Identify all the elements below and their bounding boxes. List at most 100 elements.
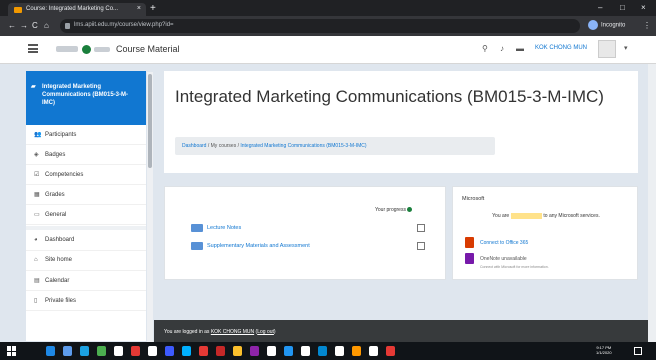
address-input[interactable]: lms.apiit.edu.my/course/view.php?id= <box>60 19 580 33</box>
drawer-item-course[interactable]: ▰ Integrated Marketing Communications (B… <box>26 71 146 125</box>
taskbar-clock[interactable]: 9:17 PM 1/1/2020 <box>596 345 612 355</box>
drawer-item-label: General <box>45 212 67 218</box>
site-logo[interactable] <box>56 45 112 55</box>
taskbar-app-icon[interactable] <box>114 346 123 356</box>
taskbar-app-icon[interactable] <box>97 346 106 356</box>
taskbar-app-icon[interactable] <box>216 346 225 356</box>
users-icon: 👥 <box>34 132 42 138</box>
breadcrumb-dashboard[interactable]: Dashboard <box>182 143 206 149</box>
minimize-icon[interactable]: – <box>598 3 602 12</box>
breadcrumb-my-courses[interactable]: My courses <box>211 143 237 149</box>
drawer-item-label: Dashboard <box>45 237 75 243</box>
connect-office-link[interactable]: Connect to Office 365 <box>462 237 632 249</box>
taskbar-app-icon[interactable] <box>267 346 276 356</box>
taskbar-app-icon[interactable] <box>182 346 191 356</box>
help-icon[interactable] <box>406 207 412 213</box>
favicon-icon <box>14 7 22 13</box>
site-navbar: Course Material ⚲ ♪ ▬ KOK CHONG MUN ▾ <box>0 36 656 64</box>
drawer-item-participants[interactable]: 👥 Participants <box>26 125 146 145</box>
microsoft-block: Microsoft You are not connected to any M… <box>452 186 638 280</box>
nav-drawer: ▰ Integrated Marketing Communications (B… <box>26 71 146 341</box>
office-icon <box>465 237 474 248</box>
profile-button[interactable]: Incognito <box>588 20 640 32</box>
taskbar-app-icon[interactable] <box>335 346 344 356</box>
taskbar-app-icon[interactable] <box>233 346 242 356</box>
taskbar-app-icon[interactable] <box>369 346 378 356</box>
drawer-item-label: Grades <box>45 192 65 198</box>
drawer-item-dashboard[interactable]: ◕ Dashboard <box>26 231 146 251</box>
taskbar-app-icon[interactable] <box>250 346 259 356</box>
site-name[interactable]: Course Material <box>116 44 180 54</box>
url-text: lms.apiit.edu.my/course/view.php?id= <box>74 22 174 28</box>
taskbar: 9:17 PM 1/1/2020 <box>0 342 656 360</box>
profile-label: Incognito <box>601 22 626 29</box>
browser-menu-icon[interactable]: ⋮ <box>643 21 651 30</box>
breadcrumb-separator: / <box>207 143 210 149</box>
page-scrollbar[interactable] <box>648 64 656 342</box>
drawer-item-badges[interactable]: ◈ Badges <box>26 145 146 165</box>
completion-checkbox[interactable] <box>417 242 425 250</box>
logout-link[interactable]: Log out <box>257 329 274 335</box>
breadcrumb: Dashboard / My courses / Integrated Mark… <box>175 137 495 155</box>
taskbar-app-icon[interactable] <box>386 346 395 356</box>
avatar[interactable] <box>598 40 616 58</box>
breadcrumb-course[interactable]: Integrated Marketing Communications (BM0… <box>240 143 366 149</box>
drawer-item-label: Integrated Marketing Communications (BM0… <box>42 84 129 106</box>
home-icon[interactable]: ⌂ <box>44 21 49 30</box>
close-window-icon[interactable]: × <box>641 3 646 12</box>
drawer-item-site-home[interactable]: ⌂ Site home <box>26 251 146 271</box>
taskbar-app-icon[interactable] <box>352 346 361 356</box>
bell-icon[interactable]: ♪ <box>500 44 504 53</box>
taskbar-app-icon[interactable] <box>131 346 140 356</box>
drawer-item-grades[interactable]: ▦ Grades <box>26 185 146 205</box>
taskbar-app-icon[interactable] <box>199 346 208 356</box>
breadcrumb-separator: / <box>237 143 239 149</box>
browser-tab-bar: Course: Integrated Marketing Co... × + –… <box>0 0 656 16</box>
footer-user-link[interactable]: KOK CHONG MUN <box>211 329 254 335</box>
drawer-item-calendar[interactable]: ▤ Calendar <box>26 271 146 291</box>
user-menu-name[interactable]: KOK CHONG MUN <box>535 45 587 51</box>
maximize-icon[interactable]: □ <box>620 3 625 12</box>
incognito-icon <box>588 20 598 30</box>
badge-icon: ◈ <box>34 152 39 158</box>
hamburger-menu-icon[interactable] <box>28 44 38 53</box>
back-icon[interactable]: ← <box>8 21 16 30</box>
windows-start-icon[interactable] <box>7 346 17 356</box>
page-footer: You are logged in as KOK CHONG MUN (Log … <box>154 320 656 342</box>
taskbar-app-icon[interactable] <box>284 346 293 356</box>
drawer-item-general[interactable]: ▭ General <box>26 205 146 225</box>
notification-icon[interactable] <box>634 347 642 355</box>
course-content: Your progress Lecture Notes Supplementar… <box>164 186 446 280</box>
page-title: Integrated Marketing Communications (BM0… <box>175 87 604 106</box>
drawer-divider <box>26 226 146 230</box>
drawer-item-competencies[interactable]: ☑ Competencies <box>26 165 146 185</box>
folder-icon <box>191 224 203 232</box>
table-icon: ▦ <box>34 192 40 198</box>
taskbar-app-icon[interactable] <box>301 346 310 356</box>
drawer-item-label: Private files <box>45 298 77 304</box>
taskbar-app-icon[interactable] <box>318 346 327 356</box>
drawer-item-label: Calendar <box>45 278 70 284</box>
taskbar-app-icon[interactable] <box>46 346 55 356</box>
new-tab-button[interactable]: + <box>150 3 156 14</box>
page-header: Integrated Marketing Communications (BM0… <box>164 71 638 173</box>
activity-link[interactable]: Supplementary Materials and Assessment <box>207 243 310 249</box>
search-icon[interactable]: ⚲ <box>482 44 488 53</box>
reload-icon[interactable]: C <box>32 21 38 30</box>
drawer-item-private-files[interactable]: ▯ Private files <box>26 291 146 311</box>
drawer-scrollbar-thumb[interactable] <box>148 74 152 168</box>
taskbar-app-icon[interactable] <box>165 346 174 356</box>
tab-close-icon[interactable]: × <box>137 5 141 12</box>
taskbar-app-icon[interactable] <box>63 346 72 356</box>
taskbar-app-icon[interactable] <box>80 346 89 356</box>
completion-checkbox[interactable] <box>417 224 425 232</box>
taskbar-app-icon[interactable] <box>148 346 157 356</box>
drawer-item-label: Badges <box>45 152 66 158</box>
chat-icon[interactable]: ▬ <box>516 44 524 53</box>
browser-tab[interactable]: Course: Integrated Marketing Co... × <box>8 3 146 16</box>
chevron-down-icon[interactable]: ▾ <box>624 44 628 52</box>
onenote-note: Connect with Microsoft for more informat… <box>480 265 549 269</box>
activity-link[interactable]: Lecture Notes <box>207 225 241 231</box>
connection-message: You are not connected to any Microsoft s… <box>492 213 600 219</box>
forward-icon[interactable]: → <box>20 21 28 30</box>
